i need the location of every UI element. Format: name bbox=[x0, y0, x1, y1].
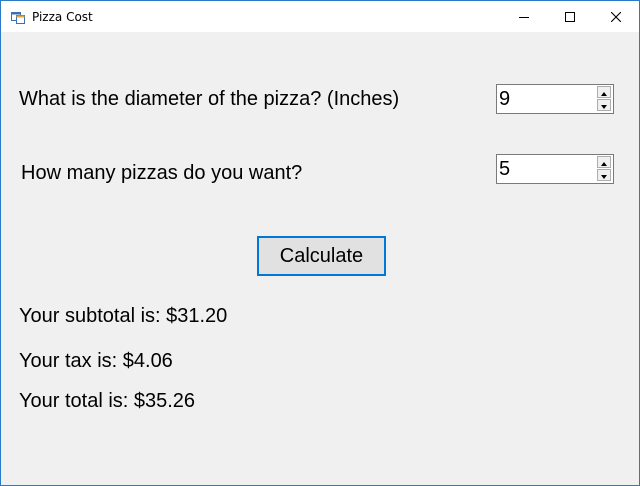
diameter-decrement-button[interactable] bbox=[597, 99, 611, 111]
diameter-label: What is the diameter of the pizza? (Inch… bbox=[19, 88, 400, 110]
count-spin-buttons bbox=[597, 156, 611, 182]
minimize-button[interactable] bbox=[501, 1, 547, 32]
total-text: Your total is: $35.26 bbox=[19, 390, 196, 412]
count-label: How many pizzas do you want? bbox=[21, 162, 303, 184]
arrow-down-icon bbox=[601, 96, 607, 114]
tax-text: Your tax is: $4.06 bbox=[19, 350, 173, 372]
maximize-icon bbox=[565, 11, 575, 22]
count-spinner[interactable] bbox=[496, 154, 614, 184]
maximize-button[interactable] bbox=[547, 1, 593, 32]
window-title: Pizza Cost bbox=[32, 10, 93, 24]
minimize-icon bbox=[519, 12, 529, 22]
count-decrement-button[interactable] bbox=[597, 169, 611, 181]
count-input[interactable] bbox=[497, 155, 595, 183]
title-bar[interactable]: Pizza Cost bbox=[1, 1, 639, 32]
app-icon[interactable] bbox=[11, 10, 25, 24]
diameter-spin-buttons bbox=[597, 86, 611, 112]
diameter-input[interactable] bbox=[497, 85, 595, 113]
app-window: Pizza Cost What is the diameter of the p… bbox=[0, 0, 640, 486]
diameter-spinner[interactable] bbox=[496, 84, 614, 114]
calculate-button[interactable]: Calculate bbox=[257, 236, 386, 276]
subtotal-text: Your subtotal is: $31.20 bbox=[19, 305, 228, 327]
arrow-down-icon bbox=[601, 166, 607, 184]
close-button[interactable] bbox=[593, 1, 639, 32]
close-icon bbox=[611, 11, 621, 22]
